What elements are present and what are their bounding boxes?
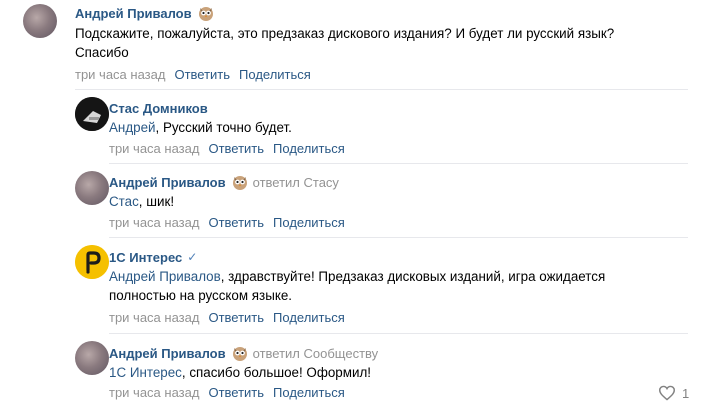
heart-icon (658, 385, 676, 401)
divider (109, 333, 688, 334)
author-name[interactable]: Андрей Привалов (109, 346, 226, 361)
replied-to-label[interactable]: ответил Сообществу (253, 346, 379, 361)
share-link[interactable]: Поделиться (239, 67, 311, 82)
author-name[interactable]: 1С Интерес (109, 250, 182, 265)
share-link[interactable]: Поделиться (273, 310, 345, 325)
divider (109, 237, 688, 238)
reply-link[interactable]: Ответить (174, 67, 230, 82)
reply-link[interactable]: Ответить (208, 215, 264, 230)
comment-body: , здравствуйте! Предзаказ дисковых издан… (220, 269, 606, 284)
avatar[interactable] (75, 245, 109, 279)
reply-link[interactable]: Ответить (208, 310, 264, 325)
owl-emoji-icon (198, 7, 213, 21)
author-name[interactable]: Андрей Привалов (75, 6, 192, 21)
comment-body: , спасибо большое! Оформил! (181, 365, 371, 380)
reply-link[interactable]: Ответить (208, 141, 264, 156)
comment-text: Андрей, Русский точно будет. (109, 118, 292, 137)
mention-link[interactable]: 1С Интерес (109, 365, 182, 380)
share-link[interactable]: Поделиться (273, 385, 345, 400)
1c-logo-icon (75, 245, 109, 279)
verified-check-icon: ✓ (187, 250, 198, 264)
owl-emoji-icon (232, 176, 247, 190)
like-count: 1 (682, 385, 690, 401)
divider (75, 89, 688, 90)
comment-text: 1С Интерес, спасибо большое! Оформил! (109, 363, 371, 382)
comment-text-line2: Спасибо (75, 45, 129, 60)
timestamp[interactable]: три часа назад (75, 67, 165, 82)
timestamp[interactable]: три часа назад (109, 385, 199, 400)
share-link[interactable]: Поделиться (273, 215, 345, 230)
timestamp[interactable]: три часа назад (109, 215, 199, 230)
mention-link[interactable]: Стас (109, 194, 139, 209)
replied-to-label[interactable]: ответил Стасу (253, 175, 339, 190)
avatar[interactable] (75, 341, 109, 375)
comment-text: Стас, шик! (109, 192, 174, 211)
comment-body: , Русский точно будет. (155, 120, 292, 135)
avatar[interactable] (75, 97, 109, 131)
timestamp[interactable]: три часа назад (109, 141, 199, 156)
reply-link[interactable]: Ответить (208, 385, 264, 400)
like-button[interactable]: 1 (658, 383, 689, 403)
avatar[interactable] (23, 4, 57, 38)
mention-link[interactable]: Андрей Привалов (109, 269, 221, 284)
author-name[interactable]: Стас Домников (109, 101, 208, 116)
comment-body: , шик! (138, 194, 175, 209)
avatar[interactable] (75, 171, 109, 205)
owl-emoji-icon (232, 347, 247, 361)
timestamp[interactable]: три часа назад (109, 310, 199, 325)
share-link[interactable]: Поделиться (273, 141, 345, 156)
divider (109, 163, 688, 164)
avatar-image (75, 97, 109, 131)
comment-text: Андрей Привалов, здравствуйте! Предзаказ… (109, 267, 605, 286)
mention-link[interactable]: Андрей (109, 120, 156, 135)
comment-text-line2: полностью на русском языке. (109, 288, 292, 303)
comment-text: Подскажите, пожалуйста, это предзаказ ди… (75, 26, 615, 41)
author-name[interactable]: Андрей Привалов (109, 175, 226, 190)
